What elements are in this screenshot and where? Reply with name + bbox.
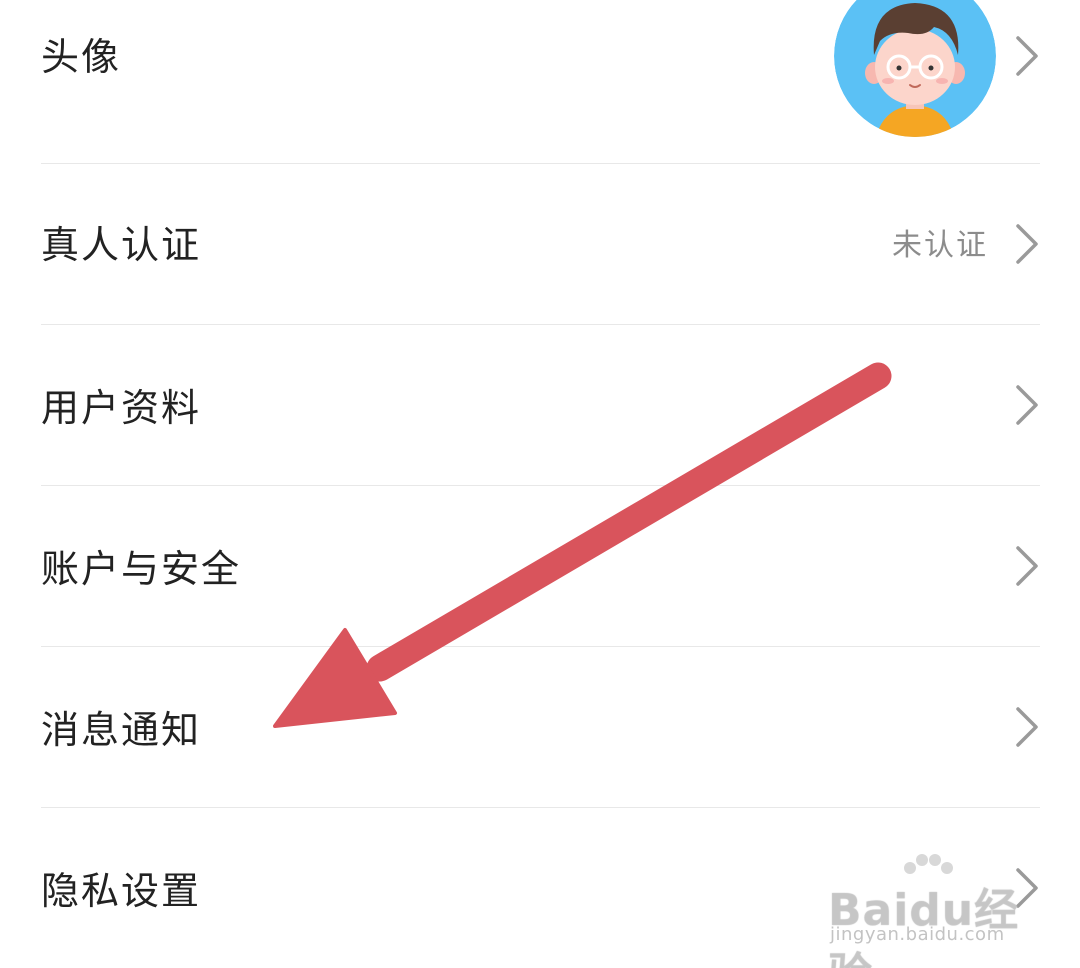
settings-screen: 头像 真人认证 未认证 用户资料 账户与安全 消息通知 隐私设置 Baidu经 …	[0, 0, 1080, 968]
settings-row-label: 账户与安全	[41, 547, 242, 591]
settings-row-label: 用户资料	[41, 386, 202, 430]
settings-row-message-notifications[interactable]: 消息通知	[0, 647, 1080, 807]
settings-row-real-name-verification[interactable]: 真人认证 未认证	[0, 164, 1080, 324]
chevron-right-icon	[1016, 868, 1038, 908]
chevron-right-icon	[1016, 546, 1038, 586]
chevron-right-icon	[1016, 707, 1038, 747]
settings-row-user-profile[interactable]: 用户资料	[0, 325, 1080, 485]
chevron-right-icon	[1016, 224, 1038, 264]
settings-row-label: 消息通知	[41, 708, 202, 752]
settings-row-label: 隐私设置	[41, 869, 202, 913]
settings-row-account-security[interactable]: 账户与安全	[0, 486, 1080, 646]
settings-row-avatar[interactable]: 头像	[0, 0, 1080, 163]
settings-row-privacy-settings[interactable]: 隐私设置	[0, 808, 1080, 968]
avatar[interactable]	[834, 0, 996, 137]
chevron-right-icon	[1016, 385, 1038, 425]
cartoon-avatar-icon	[834, 0, 996, 137]
verification-status: 未认证	[892, 228, 988, 263]
settings-row-label: 真人认证	[41, 223, 202, 267]
chevron-right-icon	[1016, 36, 1038, 76]
settings-row-label: 头像	[41, 35, 122, 79]
